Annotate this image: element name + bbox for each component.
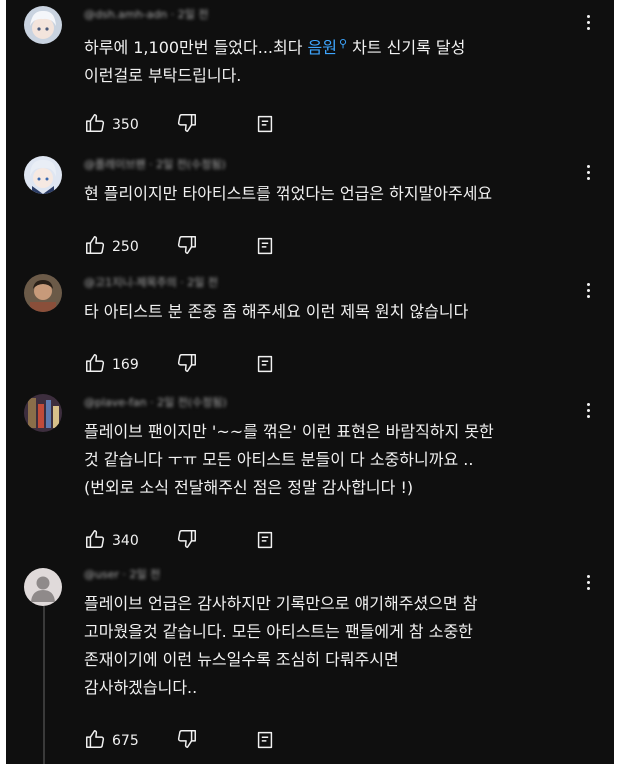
- comment-text-line: 이런걸로 부탁드립니다.: [84, 62, 574, 90]
- comment-text-segment: 이런걸로 부탁드립니다.: [84, 66, 242, 85]
- like-button[interactable]: 169: [84, 352, 139, 378]
- comment-author-meta[interactable]: @plave-fan · 2일 전(수정됨): [84, 394, 227, 410]
- comment-text-line: 타 아티스트 분 존중 좀 해주세요 이런 제목 원치 않습니다: [84, 298, 574, 326]
- like-button[interactable]: 350: [84, 112, 139, 138]
- comment-text: 플레이브 언급은 감사하지만 기록만으로 얘기해주셨으면 참고마웠을것 같습니다…: [84, 590, 574, 702]
- comment-text-line: 감사하겠습니다..: [84, 674, 574, 702]
- comment-text: 현 플리이지만 타아티스트를 꺾었다는 언급은 하지말아주세요: [84, 180, 574, 208]
- comment-actions: 169: [84, 351, 273, 379]
- comment-text-line: (번외로 소식 전달해주신 점은 정말 감사합니다 !): [84, 474, 574, 502]
- thumb-down-icon[interactable]: [176, 528, 198, 554]
- more-vertical-icon[interactable]: [580, 278, 596, 302]
- like-button[interactable]: 250: [84, 234, 139, 260]
- comment-text-line: 플레이브 언급은 감사하지만 기록만으로 얘기해주셨으면 참: [84, 590, 574, 618]
- like-count: 340: [112, 533, 139, 549]
- reply-comment-icon[interactable]: [254, 113, 276, 139]
- comment-text-segment: 감사하겠습니다..: [84, 678, 198, 697]
- reply-comment-icon[interactable]: [254, 353, 276, 379]
- comment-actions: 675: [84, 727, 273, 755]
- comment-author-meta[interactable]: @플레이브팬 · 2일 전(수정됨): [84, 156, 226, 172]
- like-count: 169: [112, 357, 139, 373]
- thumb-up-icon: [84, 234, 106, 260]
- comment-author-meta[interactable]: @dsh.amh-adn · 2일 전: [84, 6, 209, 22]
- comment-text-segment: 플레이브 언급은 감사하지만 기록만으로 얘기해주셨으면 참: [84, 594, 478, 613]
- comment-text-line: 존재이기에 이런 뉴스일수록 조심히 다뤄주시면: [84, 646, 574, 674]
- avatar[interactable]: [24, 274, 62, 312]
- search-icon: ⚲: [338, 37, 348, 50]
- more-vertical-icon[interactable]: [580, 160, 596, 184]
- comment-text-segment: 고마웠을것 같습니다. 모든 아티스트는 팬들에게 참 소중한: [84, 622, 473, 641]
- thumb-up-icon: [84, 528, 106, 554]
- more-vertical-icon[interactable]: [580, 10, 596, 34]
- avatar[interactable]: [24, 568, 62, 606]
- like-count: 350: [112, 117, 139, 133]
- comment-author-meta[interactable]: @user · 2일 전: [84, 566, 160, 582]
- avatar[interactable]: [24, 6, 62, 44]
- comment-text: 타 아티스트 분 존중 좀 해주세요 이런 제목 원치 않습니다: [84, 298, 574, 326]
- thumb-down-icon[interactable]: [176, 352, 198, 378]
- thumb-up-icon: [84, 352, 106, 378]
- thumb-up-icon: [84, 728, 106, 754]
- more-vertical-icon[interactable]: [580, 398, 596, 422]
- comment-text-line: 현 플리이지만 타아티스트를 꺾었다는 언급은 하지말아주세요: [84, 180, 574, 208]
- reply-comment-icon[interactable]: [254, 729, 276, 755]
- like-count: 675: [112, 733, 139, 749]
- comment-text-segment: 현 플리이지만 타아티스트를 꺾었다는 언급은 하지말아주세요: [84, 184, 493, 203]
- comment-text-line: 플레이브 팬이지만 '~~를 꺾은' 이런 표현은 바람직하지 못한: [84, 418, 574, 446]
- avatar[interactable]: [24, 156, 62, 194]
- thread-line: [43, 606, 45, 764]
- comments-screen: @dsh.amh-adn · 2일 전하루에 1,100만번 들었다...최다 …: [6, 0, 614, 764]
- comment-author-meta[interactable]: @고1지니-제목주의 · 2일 전: [84, 274, 218, 290]
- like-count: 250: [112, 239, 139, 255]
- comment-text-segment: (번외로 소식 전달해주신 점은 정말 감사합니다 !): [84, 478, 414, 497]
- reply-comment-icon[interactable]: [254, 235, 276, 261]
- comment-text-line: 하루에 1,100만번 들었다...최다 음원 ⚲ 차트 신기록 달성: [84, 30, 574, 62]
- comment-text-line: 것 같습니다 ㅜㅠ 모든 아티스트 분들이 다 소중하니까요 ..: [84, 446, 574, 474]
- more-vertical-icon[interactable]: [580, 570, 596, 594]
- comment-text-segment: 차트 신기록 달성: [347, 38, 466, 57]
- thumb-down-icon[interactable]: [176, 112, 198, 138]
- comment-actions: 350: [84, 111, 273, 139]
- comment-text-segment: 하루에 1,100만번 들었다...최다: [84, 38, 308, 57]
- comment-text-segment: 것 같습니다 ㅜㅠ 모든 아티스트 분들이 다 소중하니까요 ..: [84, 450, 474, 469]
- search-tag-link[interactable]: 음원 ⚲: [308, 37, 348, 57]
- avatar[interactable]: [24, 394, 62, 432]
- comment-actions: 340: [84, 527, 273, 555]
- like-button[interactable]: 340: [84, 528, 139, 554]
- search-tag-label[interactable]: 음원: [308, 38, 337, 57]
- comment-text-line: 고마웠을것 같습니다. 모든 아티스트는 팬들에게 참 소중한: [84, 618, 574, 646]
- thumb-up-icon: [84, 112, 106, 138]
- comment-actions: 250: [84, 233, 273, 261]
- reply-comment-icon[interactable]: [254, 529, 276, 555]
- comment-text-segment: 플레이브 팬이지만 '~~를 꺾은' 이런 표현은 바람직하지 못한: [84, 422, 494, 441]
- thumb-down-icon[interactable]: [176, 234, 198, 260]
- thumb-down-icon[interactable]: [176, 728, 198, 754]
- comment-text-segment: 존재이기에 이런 뉴스일수록 조심히 다뤄주시면: [84, 650, 399, 669]
- comment-text: 하루에 1,100만번 들었다...최다 음원 ⚲ 차트 신기록 달성이런걸로 부…: [84, 30, 574, 90]
- like-button[interactable]: 675: [84, 728, 139, 754]
- comment-text-segment: 타 아티스트 분 존중 좀 해주세요 이런 제목 원치 않습니다: [84, 302, 469, 321]
- comment-text: 플레이브 팬이지만 '~~를 꺾은' 이런 표현은 바람직하지 못한것 같습니다…: [84, 418, 574, 502]
